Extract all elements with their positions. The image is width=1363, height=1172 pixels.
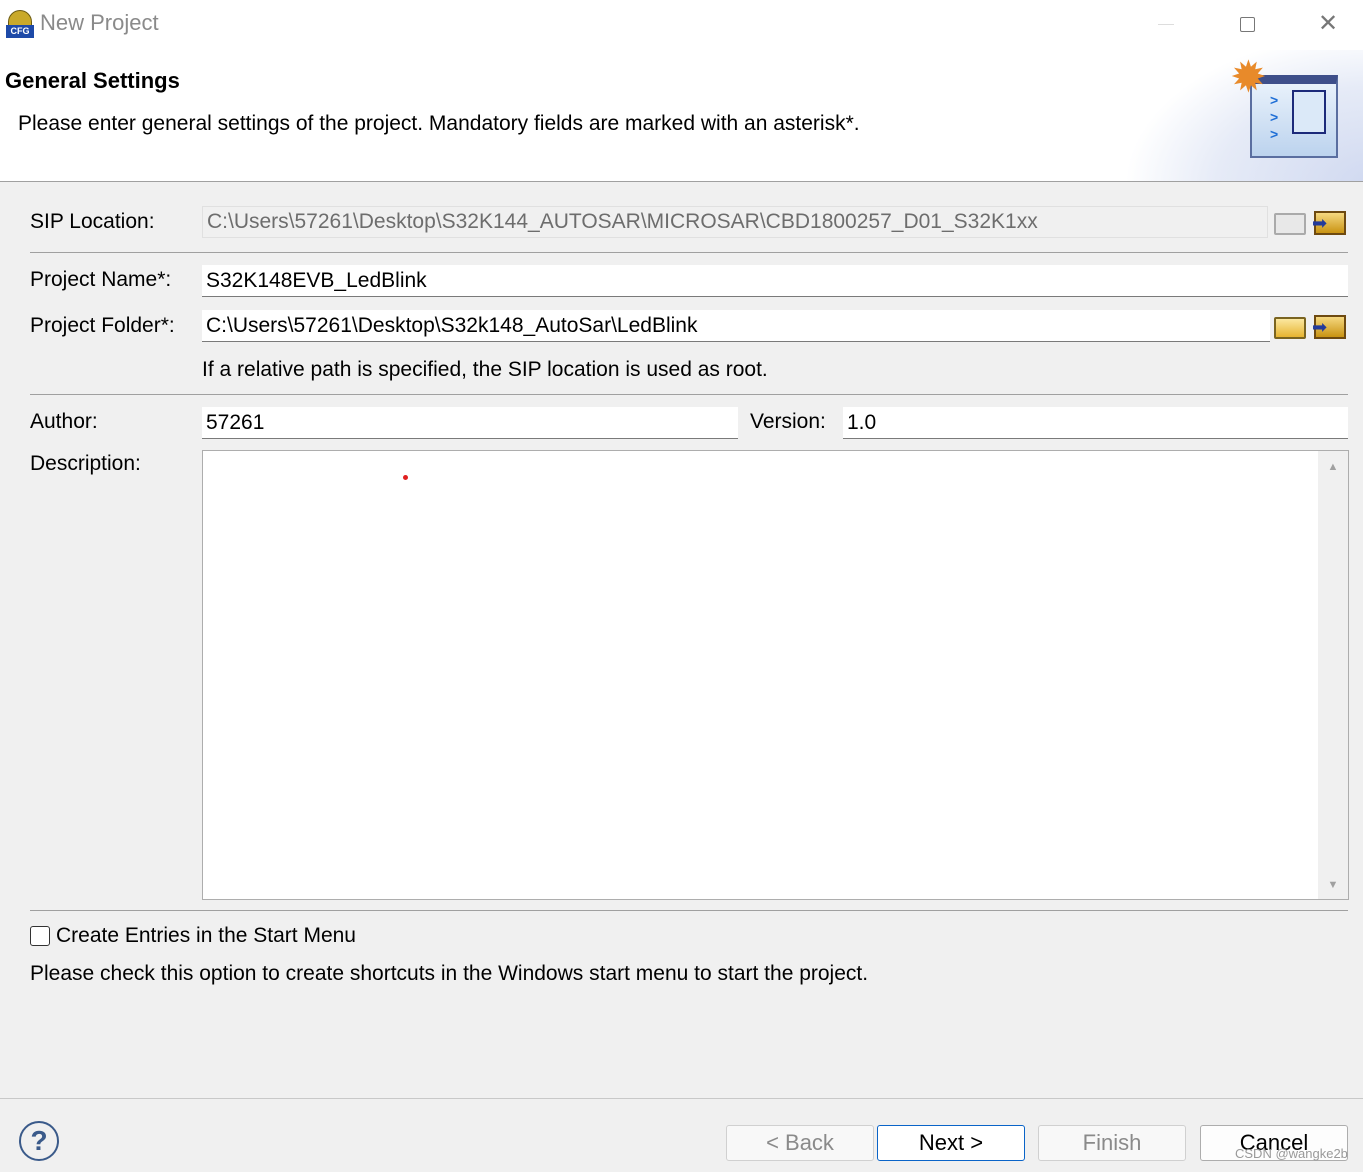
page-title: General Settings bbox=[5, 68, 180, 93]
sip-location-field: C:\Users\57261\Desktop\S32K144_AUTOSAR\M… bbox=[202, 206, 1268, 238]
wizard-header: General Settings Please enter general se… bbox=[0, 50, 1363, 182]
project-folder-label: Project Folder*: bbox=[30, 314, 175, 337]
back-button[interactable]: < Back bbox=[726, 1125, 874, 1161]
separator bbox=[30, 252, 1348, 253]
folder-import-icon[interactable]: ➡ bbox=[1312, 211, 1346, 235]
maximize-button[interactable] bbox=[1240, 17, 1255, 32]
help-icon[interactable]: ? bbox=[19, 1121, 59, 1161]
app-icon: CFG bbox=[6, 10, 34, 38]
version-input[interactable] bbox=[843, 407, 1348, 439]
title-bar: CFG New Project ✕ bbox=[0, 0, 1363, 50]
folder-import-icon[interactable]: ➡ bbox=[1312, 315, 1346, 339]
close-button[interactable]: ✕ bbox=[1318, 12, 1338, 36]
sip-location-label: SIP Location: bbox=[30, 210, 155, 233]
description-scrollbar[interactable]: ▲ ▼ bbox=[1318, 451, 1348, 899]
start-menu-label[interactable]: Create Entries in the Start Menu bbox=[56, 924, 356, 948]
author-label: Author: bbox=[30, 410, 98, 433]
description-label: Description: bbox=[30, 452, 141, 475]
next-button[interactable]: Next > bbox=[877, 1125, 1025, 1161]
minimize-button[interactable] bbox=[1158, 24, 1174, 25]
window-title: New Project bbox=[40, 10, 159, 35]
finish-button[interactable]: Finish bbox=[1038, 1125, 1186, 1161]
separator bbox=[30, 910, 1348, 911]
watermark: CSDN @wangke2b bbox=[1235, 1146, 1348, 1161]
browse-folder-icon[interactable] bbox=[1274, 317, 1306, 339]
scroll-up-icon[interactable]: ▲ bbox=[1318, 461, 1348, 473]
start-menu-checkbox[interactable] bbox=[30, 926, 50, 946]
sparkle-icon: ✹ bbox=[1230, 53, 1267, 102]
folder-hint: If a relative path is specified, the SIP… bbox=[202, 358, 768, 381]
description-textarea[interactable] bbox=[202, 450, 1349, 900]
footer-separator bbox=[0, 1098, 1363, 1099]
version-label: Version: bbox=[750, 410, 826, 433]
project-name-input[interactable] bbox=[202, 265, 1348, 297]
folder-open-icon-disabled bbox=[1274, 213, 1306, 235]
project-name-label: Project Name*: bbox=[30, 268, 172, 291]
project-folder-input[interactable] bbox=[202, 310, 1270, 342]
separator bbox=[30, 394, 1348, 395]
cursor-dot bbox=[403, 475, 408, 480]
author-input[interactable] bbox=[202, 407, 738, 439]
start-menu-hint: Please check this option to create short… bbox=[30, 962, 869, 985]
page-description: Please enter general settings of the pro… bbox=[18, 112, 860, 135]
scroll-down-icon[interactable]: ▼ bbox=[1318, 879, 1348, 891]
